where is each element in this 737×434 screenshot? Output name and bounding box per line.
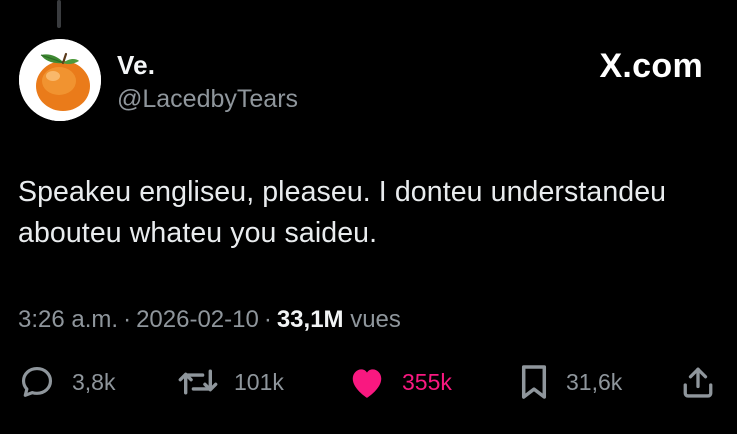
avatar[interactable] <box>19 39 101 121</box>
repost-icon <box>178 363 218 401</box>
like-button[interactable]: 355k <box>348 362 452 402</box>
like-count: 355k <box>402 369 452 395</box>
tweet-date[interactable]: 2026-02-10 <box>136 306 259 333</box>
user-handle[interactable]: @LacedbyTears <box>117 84 298 114</box>
meta-separator: · <box>123 306 132 333</box>
share-icon <box>680 363 716 401</box>
reply-count: 3,8k <box>72 369 116 395</box>
bookmark-count: 31,6k <box>566 369 623 395</box>
bookmark-icon <box>518 363 550 401</box>
views-count: 33,1M <box>276 306 344 333</box>
action-bar: 3,8k 101k 355k 31,6k <box>18 362 718 402</box>
bookmark-button[interactable]: 31,6k <box>518 362 622 402</box>
tweet-time[interactable]: 3:26 a.m. <box>18 306 118 333</box>
share-button[interactable] <box>680 362 716 402</box>
tweet-meta: 3:26 a.m. · 2026-02-10 · 33,1M vues <box>18 305 401 335</box>
heart-icon <box>348 364 386 400</box>
reply-icon <box>18 363 56 401</box>
x-brand-logo: X.com <box>599 47 703 85</box>
views-label: vues <box>350 306 401 333</box>
repost-count: 101k <box>234 369 284 395</box>
thread-connector-line <box>57 0 61 28</box>
reply-button[interactable]: 3,8k <box>18 362 115 402</box>
repost-button[interactable]: 101k <box>178 362 284 402</box>
display-name[interactable]: Ve. <box>117 50 155 80</box>
tangerine-avatar-icon <box>19 39 101 121</box>
tweet-text: Speakeu engliseu, pleaseu. I donteu unde… <box>18 176 667 249</box>
meta-separator: · <box>263 306 272 333</box>
